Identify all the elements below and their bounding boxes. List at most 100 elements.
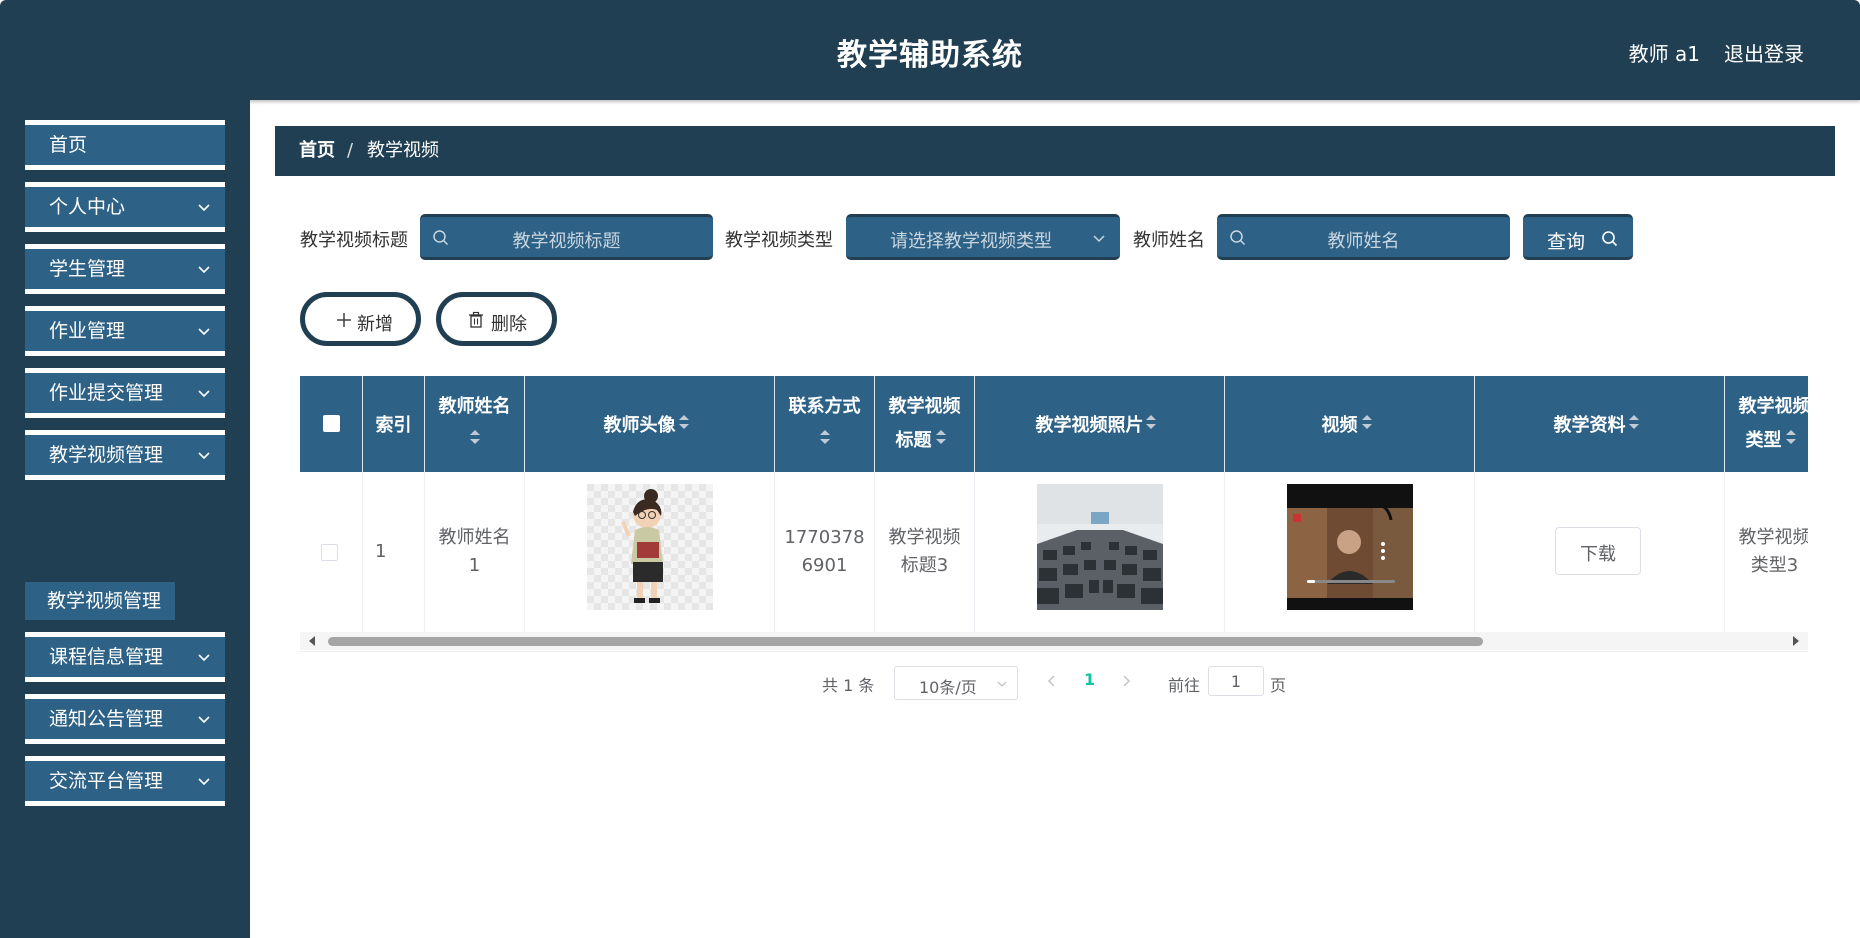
sort-icon[interactable]: [819, 428, 831, 446]
add-button-label: 新增: [357, 314, 393, 335]
header-video[interactable]: 视频: [1225, 376, 1475, 472]
select-all-checkbox[interactable]: [323, 415, 340, 432]
cell-contact-line2: 6901: [801, 555, 848, 576]
cell-video-type-line1: 教学视频: [1738, 527, 1809, 548]
submenu-item-label: 教学视频管理: [47, 590, 162, 612]
prev-page-icon[interactable]: [1044, 672, 1060, 690]
row-select-cell: [300, 472, 363, 632]
scroll-right-icon[interactable]: [1792, 636, 1800, 646]
header-teacher-name[interactable]: 教师姓名: [425, 376, 525, 472]
pagination-total: 共 1 条: [822, 676, 875, 695]
table-row: 1 教师姓名 1 1770378 6901 教学视频 标题3 下载 教学视频 类…: [300, 472, 1808, 632]
page-size-select[interactable]: 10条/页: [894, 666, 1018, 700]
cell-contact: 1770378 6901: [775, 472, 875, 632]
header-teacher-name-label: 教师姓名: [438, 396, 511, 417]
chevron-down-icon: [198, 654, 210, 662]
sort-icon[interactable]: [1145, 413, 1157, 431]
header-avatar-label: 教师头像: [603, 415, 676, 436]
title-search-input[interactable]: 教学视频标题: [420, 214, 713, 260]
logout-link[interactable]: 退出登录: [1724, 38, 1804, 67]
breadcrumb-home[interactable]: 首页: [299, 126, 335, 176]
type-select[interactable]: 请选择教学视频类型: [846, 214, 1120, 260]
chevron-down-icon: [198, 716, 210, 724]
sort-icon[interactable]: [1628, 413, 1640, 431]
header-video-photo[interactable]: 教学视频照片: [975, 376, 1225, 472]
header-avatar[interactable]: 教师头像: [525, 376, 775, 472]
classroom-photo-image[interactable]: [1037, 484, 1163, 610]
sidebar-item-home[interactable]: 首页: [25, 120, 225, 170]
download-button[interactable]: 下载: [1555, 527, 1641, 575]
sidebar-item-label: 个人中心: [49, 196, 126, 218]
sort-icon[interactable]: [678, 413, 690, 431]
cell-teacher-name-line1: 教师姓名: [438, 527, 511, 548]
header-select-cell: [300, 376, 363, 472]
video-player[interactable]: [1287, 484, 1413, 610]
current-user: 教师 a1: [1628, 42, 1700, 66]
scroll-left-icon[interactable]: [308, 636, 316, 646]
chevron-down-icon: [997, 681, 1007, 687]
download-button-label: 下载: [1580, 544, 1616, 565]
teacher-filter-label: 教师姓名: [1133, 230, 1205, 251]
sidebar-item-students[interactable]: 学生管理: [25, 244, 225, 294]
sort-icon[interactable]: [1785, 428, 1797, 446]
chevron-down-icon: [198, 390, 210, 398]
cell-video-type-line2: 类型3: [1750, 555, 1799, 576]
breadcrumb: 首页 / 教学视频: [275, 126, 1835, 176]
sidebar-item-teaching-video[interactable]: 教学视频管理: [25, 430, 225, 480]
sidebar-item-label: 交流平台管理: [49, 770, 164, 792]
sidebar-item-label: 学生管理: [49, 258, 126, 280]
app-title: 教学辅助系统: [837, 38, 1023, 73]
sidebar-item-homework[interactable]: 作业管理: [25, 306, 225, 356]
page-number-1[interactable]: 1: [1084, 670, 1095, 689]
chevron-down-icon: [198, 452, 210, 460]
add-button[interactable]: 新增: [300, 292, 421, 346]
row-checkbox[interactable]: [321, 544, 338, 561]
sidebar-item-course-info[interactable]: 课程信息管理: [25, 632, 225, 682]
cell-video-title-line1: 教学视频: [888, 527, 961, 548]
next-page-icon[interactable]: [1118, 672, 1134, 690]
cell-contact-line1: 1770378: [784, 527, 865, 548]
goto-label: 前往: [1168, 676, 1201, 695]
horizontal-scrollbar[interactable]: [300, 632, 1808, 650]
header-video-type[interactable]: 教学视频 类型: [1725, 376, 1809, 472]
delete-button[interactable]: 删除: [436, 292, 557, 346]
header-material-label: 教学资料: [1553, 415, 1626, 436]
header-video-photo-label: 教学视频照片: [1035, 415, 1144, 436]
cell-teacher-name-line2: 1: [468, 555, 481, 576]
table-header: 索引 教师姓名 教师头像 联系方式 教学视频 标题 教学视频照片 视频 教学资料: [300, 376, 1808, 472]
cell-video-type: 教学视频 类型3: [1725, 472, 1809, 632]
header-material[interactable]: 教学资料: [1475, 376, 1725, 472]
sort-icon[interactable]: [935, 428, 947, 446]
sidebar-item-forum[interactable]: 交流平台管理: [25, 756, 225, 806]
query-button-label: 查询: [1547, 231, 1586, 253]
sort-icon[interactable]: [469, 428, 481, 446]
goto-page-input[interactable]: [1208, 666, 1264, 696]
header-index-label: 索引: [375, 415, 412, 436]
sidebar-item-homework-submission[interactable]: 作业提交管理: [25, 368, 225, 418]
sidebar-item-personal-center[interactable]: 个人中心: [25, 182, 225, 232]
breadcrumb-current: 教学视频: [367, 140, 439, 161]
sidebar: 首页 个人中心 学生管理 作业管理 作业提交管理 教学视频管理 教学视频管理 课…: [0, 100, 250, 938]
delete-button-label: 删除: [491, 314, 527, 335]
cell-avatar: [525, 472, 775, 632]
breadcrumb-separator: /: [347, 140, 354, 161]
trash-icon: [469, 311, 483, 328]
type-filter-label: 教学视频类型: [725, 230, 833, 251]
sidebar-item-notices[interactable]: 通知公告管理: [25, 694, 225, 744]
sort-icon[interactable]: [1361, 413, 1373, 431]
chevron-down-icon: [198, 328, 210, 336]
scrollbar-thumb[interactable]: [328, 637, 1483, 646]
chevron-down-icon: [1093, 235, 1105, 243]
header-video-title[interactable]: 教学视频 标题: [875, 376, 975, 472]
submenu-item-teaching-video[interactable]: 教学视频管理: [25, 582, 175, 620]
chevron-down-icon: [198, 204, 210, 212]
page-size-value: 10条/页: [919, 678, 977, 697]
query-button[interactable]: 查询: [1523, 214, 1633, 260]
teacher-search-input[interactable]: 教师姓名: [1217, 214, 1510, 260]
sidebar-item-label: 作业管理: [49, 320, 126, 342]
header-video-title-label: 教学视频: [888, 396, 961, 417]
cell-video-title: 教学视频 标题3: [875, 472, 975, 632]
teacher-avatar-image[interactable]: [587, 484, 713, 610]
cell-index: 1: [363, 472, 425, 632]
header-contact[interactable]: 联系方式: [775, 376, 875, 472]
